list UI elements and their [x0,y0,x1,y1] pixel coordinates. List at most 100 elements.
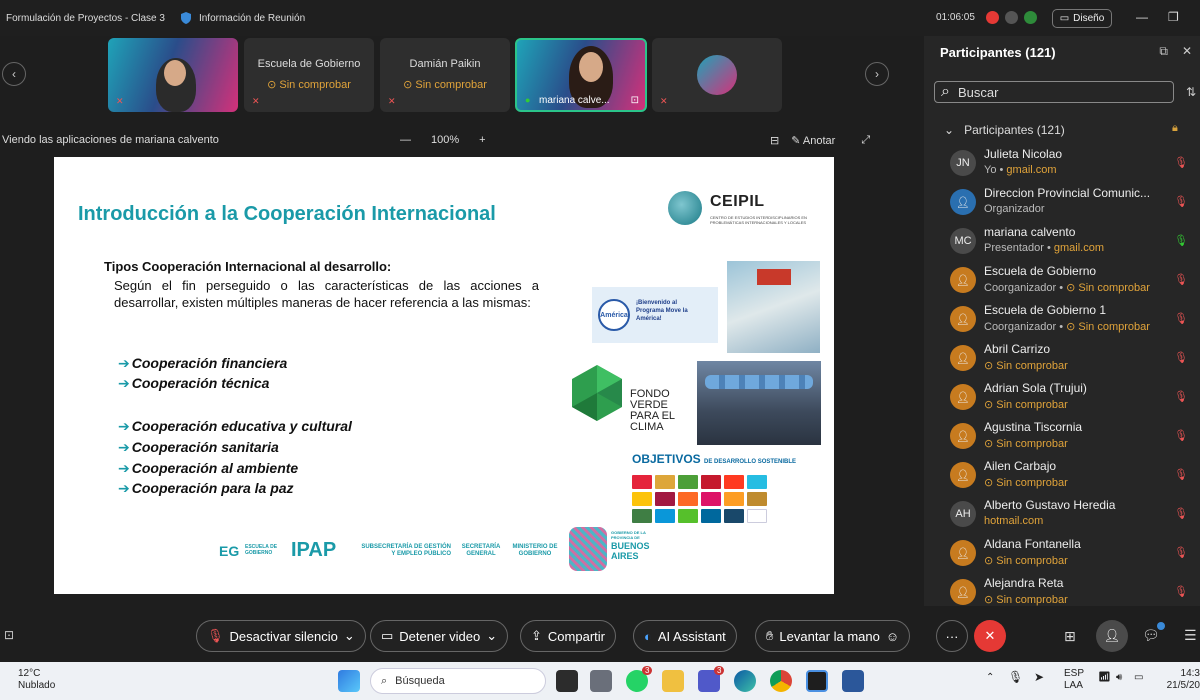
ceipil-subtitle: CENTRO DE ESTUDIOS INTERDISCIPLINARIOS E… [710,215,807,225]
participant-row[interactable]: 👤︎ Aldana Fontanella ⊙ Sin comprobar 🎙︎ [944,534,1194,573]
tile-name: Damián Paikin [409,58,481,70]
tile-status: ⊙ Sin comprobar [267,79,351,91]
mic-muted-icon[interactable]: 🎙︎ [1174,312,1188,325]
raise-hand-button[interactable]: ✋︎ Levantar la mano ☺ [755,620,911,652]
wifi-icon[interactable]: 📶︎ [1098,672,1111,683]
strip-prev-button[interactable]: ‹ [2,62,26,86]
video-tile-2[interactable]: Escuela de Gobierno ⊙ Sin comprobar ✕ [244,38,374,112]
slide-paragraph: Según el fin perseguido o las caracterís… [114,278,539,310]
captions-icon[interactable]: ⊡ [4,628,14,642]
mic-muted-icon[interactable]: 🎙︎ [1174,390,1188,403]
participant-row[interactable]: AH Alberto Gustavo Heredia hotmail.com 🎙︎ [944,495,1194,534]
share-label: Compartir [547,628,605,644]
mic-muted-icon[interactable]: 🎙︎ [1174,429,1188,442]
recording-icon[interactable] [986,11,999,24]
participant-row[interactable]: 👤︎ Agustina Tiscornia ⊙ Sin comprobar 🎙︎ [944,417,1194,456]
close-icon: ✕ [984,628,996,643]
meeting-info-link[interactable]: Información de Reunión [199,13,305,24]
chat-icon[interactable]: 💬︎ [1142,627,1160,644]
video-tile-1[interactable]: ✕ [108,38,238,112]
location-icon[interactable]: ➤ [1034,670,1044,684]
zoom-in-button[interactable]: + [479,134,485,146]
unmute-button[interactable]: 🎙︎ Desactivar silencio ⌄ [196,620,366,652]
participant-row[interactable]: 👤︎ Abril Carrizo ⊙ Sin comprobar 🎙︎ [944,339,1194,378]
participant-row[interactable]: 👤︎ Alejandra Reta ⊙ Sin comprobar 🎙︎ [944,573,1194,612]
signal-icon[interactable] [1024,11,1037,24]
calculator-icon[interactable] [590,670,612,692]
mic-muted-icon[interactable]: 🎙︎ [1174,195,1188,208]
footer-subsecretaria: SUBSECRETARÍA DE GESTIÓN Y EMPLEO PÚBLIC… [361,544,451,557]
participant-status: Coorganizador • ⊙ Sin comprobar [984,282,1150,294]
taskbar-search[interactable]: ⌕ Búsqueda [370,668,546,694]
more-button[interactable]: ··· [936,620,968,652]
peacekeepers-image [697,361,821,445]
participants-button[interactable]: 👤︎ [1096,620,1128,652]
file-explorer-icon[interactable] [662,670,684,692]
stop-video-button[interactable]: ▭ Detener video ⌄ [370,620,509,652]
shield-icon[interactable] [179,11,193,25]
sort-icon[interactable]: ⇅ [1186,85,1196,99]
video-tile-presenter[interactable]: ● mariana calve... ⊡ [515,38,647,112]
strip-next-button[interactable]: › [865,62,889,86]
restore-icon[interactable]: ❐ [1168,10,1179,24]
mic-muted-icon[interactable]: 🎙︎ [1174,546,1188,559]
layout-button[interactable]: ▭ Diseño [1052,9,1112,28]
mic-muted-icon[interactable]: 🎙︎ [1174,351,1188,364]
task-view-icon[interactable] [556,670,578,692]
fullscreen-icon[interactable]: ⤢ [861,134,870,147]
video-tile-5[interactable]: ✕ [652,38,782,112]
participant-face [164,60,186,86]
tray-chevron-icon[interactable]: ⌃ [986,672,994,683]
mic-muted-icon[interactable]: 🎙︎ [1174,585,1188,598]
share-button[interactable]: ⇪ Compartir [520,620,616,652]
arrow-right-icon: ➔ [118,439,130,455]
ai-assistant-button[interactable]: ◐ AI Assistant [633,620,737,652]
participant-row[interactable]: 👤︎ Adrian Sola (Trujui) ⊙ Sin comprobar 🎙︎ [944,378,1194,417]
participant-row[interactable]: JN Julieta Nicolao Yo • gmail.com 🎙︎ [944,144,1194,183]
meeting-timer: 01:06:05 [936,12,975,23]
volume-icon[interactable]: 🔊︎ [1116,672,1122,683]
language-indicator[interactable]: ESP LAA [1064,668,1084,692]
mic-muted-icon[interactable]: 🎙︎ [1174,273,1188,286]
ods-tile [678,492,698,506]
mic-tray-icon[interactable]: 🎙︎ [1008,670,1023,684]
edge-icon[interactable] [734,670,756,692]
minimize-icon[interactable]: — [1136,10,1148,24]
annotate-controls: ⊟ ✎ Anotar ⤢ [770,134,870,147]
search-input[interactable] [957,84,1158,100]
camera-icon: ▭ [381,628,394,643]
close-icon[interactable]: ✕ [1182,44,1192,59]
mic-muted-icon[interactable]: 🎙︎ [1174,156,1188,169]
more-icon[interactable]: ☰ [1184,627,1197,644]
search-box[interactable]: ⌕ [934,81,1174,103]
participants-section-header[interactable]: ⌄ Participantes (121) [944,123,1065,137]
participant-row[interactable]: 👤︎ Escuela de Gobierno 1 Coorganizador • ⊙… [944,300,1194,339]
clock[interactable]: 14:3 21/5/20 [1164,668,1200,692]
ba-map-icon [569,527,607,571]
annotate-button[interactable]: ✎ Anotar [791,134,835,147]
apps-icon[interactable]: ⊞ [1064,628,1076,645]
leave-button[interactable]: ✕ [974,620,1006,652]
ods-tile [724,492,744,506]
cast-icon[interactable]: ⊟ [770,134,779,147]
ba-label: BUENOS AIRES [611,541,650,561]
webex-icon[interactable] [806,670,828,692]
mic-active-icon[interactable]: 🎙︎ [1174,234,1188,247]
start-icon[interactable] [338,670,360,692]
word-icon[interactable] [842,670,864,692]
connection-icon[interactable] [1005,11,1018,24]
mic-muted-icon[interactable]: 🎙︎ [1174,507,1188,520]
zoom-out-button[interactable]: — [400,134,411,146]
lock-icon[interactable]: 🔒︎ [1172,122,1178,135]
participant-row[interactable]: 👤︎ Escuela de Gobierno Coorganizador • ⊙ S… [944,261,1194,300]
weather-widget[interactable]: 12°C Nublado [6,668,55,692]
mic-muted-icon[interactable]: 🎙︎ [1174,468,1188,481]
popout-icon[interactable]: ⧉ [1159,44,1168,59]
video-tile-3[interactable]: Damián Paikin ⊙ Sin comprobar ✕ [380,38,510,112]
battery-icon[interactable]: ▭ [1134,672,1143,683]
participant-row[interactable]: 👤︎ Ailen Carbajo ⊙ Sin comprobar 🎙︎ [944,456,1194,495]
arrow-right-icon: ➔ [118,375,130,391]
participant-row[interactable]: 👤︎ Direccion Provincial Comunic... Organiz… [944,183,1194,222]
participant-row[interactable]: MC mariana calvento Presentador • gmail.co… [944,222,1194,261]
chrome-icon[interactable] [770,670,792,692]
